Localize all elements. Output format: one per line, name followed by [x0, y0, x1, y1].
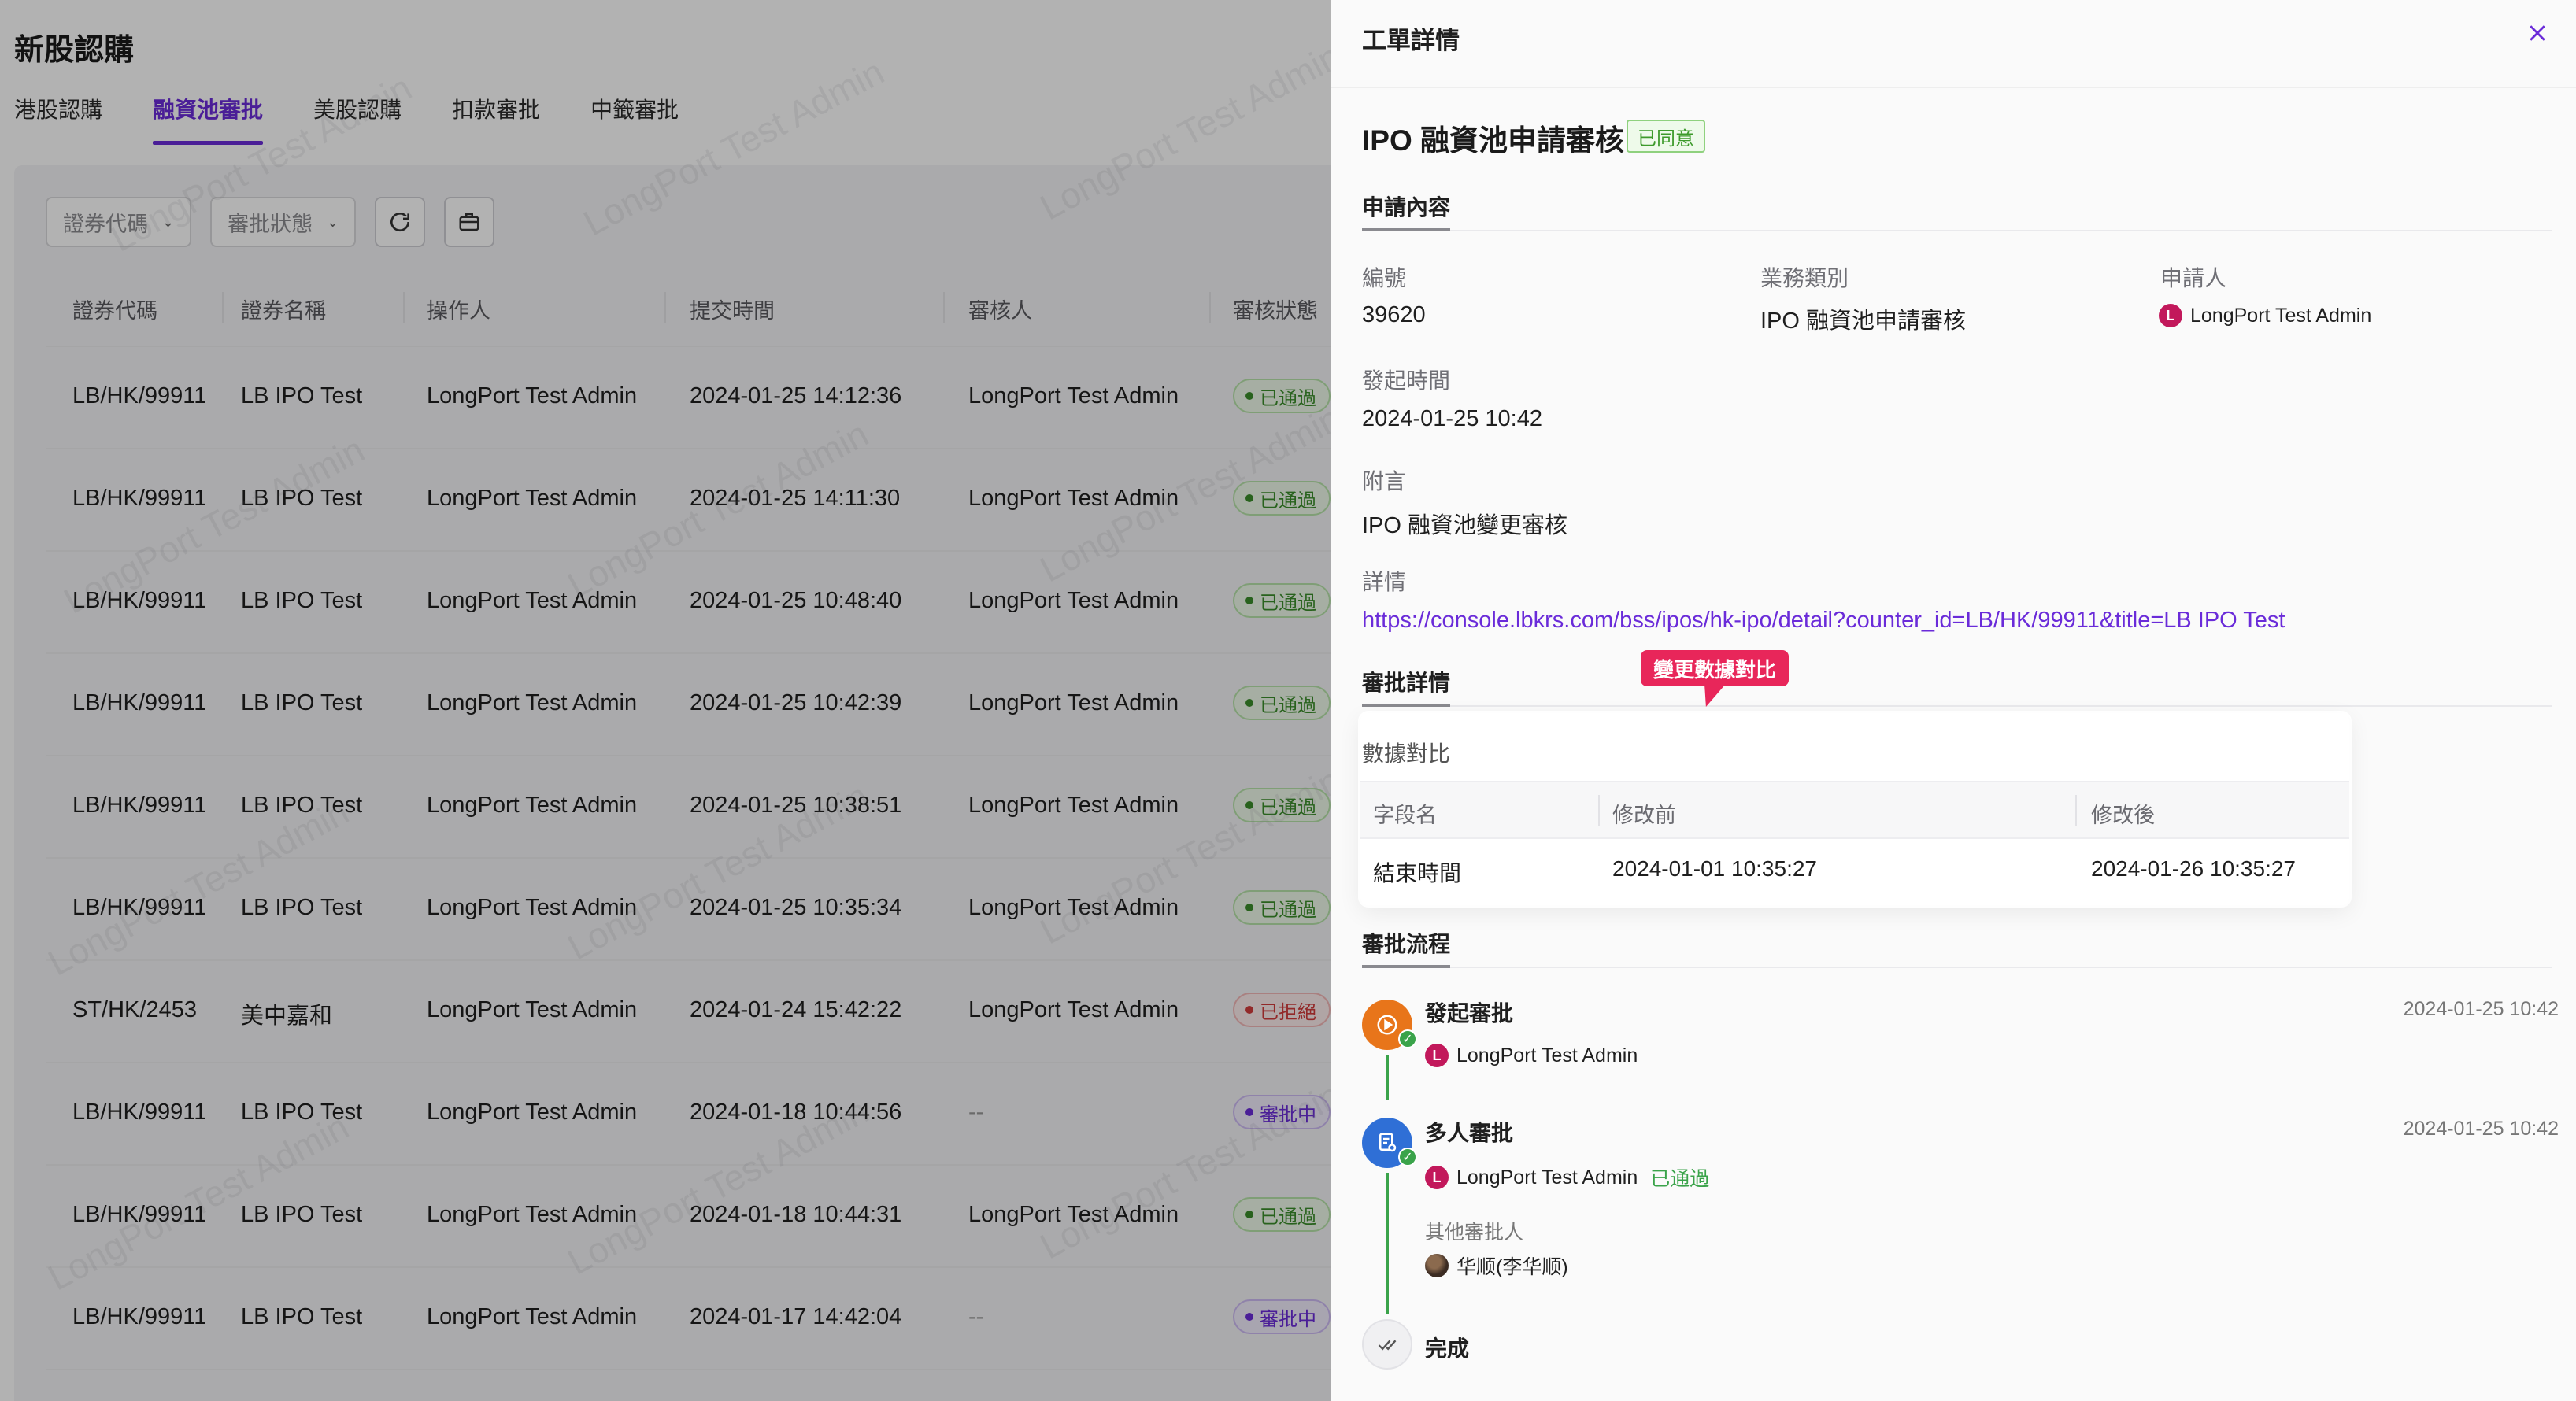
business-type-label: 業務類別	[1760, 266, 1849, 290]
section-divider	[1362, 967, 2552, 968]
section-title-content: 申請內容	[1362, 195, 1451, 220]
comparison-header: 字段名 修改前 修改後	[1360, 781, 2349, 839]
flow-step-user: L LongPort Test Admin	[1425, 1044, 1638, 1067]
close-icon	[2530, 25, 2545, 41]
check-icon: ✓	[1398, 1148, 1417, 1166]
note-value: IPO 融資池變更審核	[1362, 513, 1568, 538]
applicant: L LongPort Test Admin	[2159, 302, 2371, 328]
note-label: 附言	[1362, 469, 1407, 493]
comparison-row: 結束時間 2024-01-01 10:35:27 2024-01-26 10:3…	[1360, 839, 2349, 902]
section-underline	[1362, 965, 1450, 968]
drawer-title: 工單詳情	[1362, 27, 1460, 54]
section-underline	[1362, 704, 1450, 707]
comparison-after: 2024-01-26 10:35:27	[2091, 856, 2296, 881]
data-comparison-card: 數據對比 字段名 修改前 修改後 結束時間 2024-01-01 10:35:2…	[1360, 713, 2349, 905]
flow-connector	[1386, 1055, 1389, 1100]
applicant-label: 申請人	[2160, 266, 2227, 290]
avatar: L	[2159, 304, 2182, 328]
approval-result: 已通過	[1650, 1168, 1710, 1190]
applicant-name: LongPort Test Admin	[2190, 304, 2372, 327]
avatar: L	[1425, 1166, 1449, 1189]
flow-step-time: 2024-01-25 10:42	[2403, 1118, 2559, 1140]
comparison-before: 2024-01-01 10:35:27	[1612, 856, 1817, 881]
section-title-approval-flow: 審批流程	[1362, 932, 1451, 956]
modal-mask[interactable]	[0, 0, 1331, 1401]
other-approver-name: 华顺(李华顺)	[1456, 1256, 1568, 1278]
status-badge: 已同意	[1627, 120, 1705, 153]
avatar: L	[1425, 1044, 1449, 1067]
comparison-title: 數據對比	[1362, 741, 1451, 766]
section-title-approval-detail: 審批詳情	[1362, 671, 1451, 695]
other-approvers-label: 其他審批人	[1425, 1222, 1524, 1244]
flow-user-name: LongPort Test Admin	[1456, 1044, 1638, 1066]
flow-step-user: L LongPort Test Admin 已通過	[1425, 1163, 1709, 1192]
column-divider	[2075, 795, 2077, 826]
avatar	[1425, 1254, 1449, 1277]
comparison-field: 結束時間	[1373, 861, 1462, 885]
close-button[interactable]	[2526, 19, 2549, 50]
check-icon: ✓	[1398, 1029, 1417, 1048]
comparison-header-after: 修改後	[2091, 804, 2155, 827]
detail-label: 詳情	[1362, 570, 1407, 594]
column-divider	[1598, 795, 1600, 826]
double-check-icon	[1362, 1319, 1412, 1370]
section-divider	[1362, 230, 2552, 231]
flow-connector	[1386, 1173, 1389, 1314]
ticket-detail-drawer: 工單詳情 IPO 融資池申請審核 已同意 申請內容 編號 39620 業務類別 …	[1331, 0, 2576, 1401]
comparison-header-before: 修改前	[1612, 804, 1676, 827]
initiated-time-value: 2024-01-25 10:42	[1362, 406, 1542, 431]
section-divider	[1362, 705, 2552, 707]
flow-user-name: LongPort Test Admin	[1456, 1166, 1638, 1188]
number-value: 39620	[1362, 302, 1426, 327]
initiated-time-label: 發起時間	[1362, 368, 1451, 393]
detail-link[interactable]: https://console.lbkrs.com/bss/ipos/hk-ip…	[1362, 608, 2285, 634]
ticket-title: IPO 融資池申請審核	[1362, 124, 1625, 157]
section-underline	[1362, 228, 1450, 231]
comparison-header-field: 字段名	[1373, 804, 1437, 827]
other-approver: 华顺(李华顺)	[1425, 1251, 1568, 1280]
business-type-value: IPO 融資池申請審核	[1760, 309, 1967, 334]
flow-step-name: 多人審批	[1425, 1121, 1514, 1145]
change-comparison-callout: 變更數據對比	[1641, 650, 1790, 686]
flow-step-name: 完成	[1425, 1336, 1470, 1361]
drawer-header: 工單詳情	[1331, 0, 2576, 88]
flow-step-time: 2024-01-25 10:42	[2403, 998, 2559, 1020]
flow-step-name: 發起審批	[1425, 1001, 1514, 1026]
number-label: 編號	[1362, 266, 1407, 290]
